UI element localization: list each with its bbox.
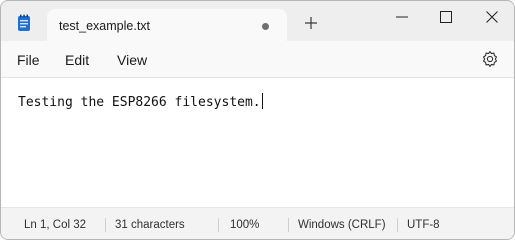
status-bar: Ln 1, Col 32 31 characters 100% Windows … bbox=[1, 207, 514, 239]
minimize-button[interactable] bbox=[387, 7, 417, 27]
menu-edit[interactable]: Edit bbox=[65, 52, 89, 68]
cursor-position[interactable]: Ln 1, Col 32 bbox=[24, 219, 86, 231]
status-divider bbox=[218, 218, 219, 232]
maximize-icon bbox=[440, 11, 452, 23]
status-divider bbox=[105, 218, 106, 232]
title-bar: test_example.txt bbox=[1, 1, 514, 43]
line-endings[interactable]: Windows (CRLF) bbox=[298, 219, 386, 231]
tab-test-example[interactable]: test_example.txt bbox=[47, 9, 287, 43]
plus-icon[interactable] bbox=[303, 15, 319, 31]
close-button[interactable] bbox=[477, 7, 507, 27]
minimize-icon bbox=[396, 16, 408, 18]
notepad-icon bbox=[18, 14, 30, 31]
menu-file[interactable]: File bbox=[17, 52, 40, 68]
zoom-level[interactable]: 100% bbox=[230, 219, 259, 231]
maximize-button[interactable] bbox=[431, 7, 461, 27]
unsaved-dot-icon[interactable] bbox=[262, 23, 269, 30]
text-editor[interactable]: Testing the ESP8266 filesystem. bbox=[1, 78, 514, 207]
menu-bar: File Edit View bbox=[1, 41, 514, 78]
status-divider bbox=[397, 218, 398, 232]
editor-content-line[interactable]: Testing the ESP8266 filesystem. bbox=[18, 93, 263, 110]
notepad-window: test_example.txt File Edit View Testing … bbox=[0, 0, 515, 240]
gear-icon[interactable] bbox=[481, 50, 499, 68]
close-icon bbox=[486, 11, 498, 23]
status-divider bbox=[288, 218, 289, 232]
encoding[interactable]: UTF-8 bbox=[407, 219, 440, 231]
tab-title: test_example.txt bbox=[59, 19, 151, 33]
menu-view[interactable]: View bbox=[117, 52, 147, 68]
editor-text: Testing the ESP8266 filesystem. bbox=[18, 95, 261, 110]
text-caret bbox=[261, 93, 263, 109]
character-count: 31 characters bbox=[115, 219, 185, 231]
